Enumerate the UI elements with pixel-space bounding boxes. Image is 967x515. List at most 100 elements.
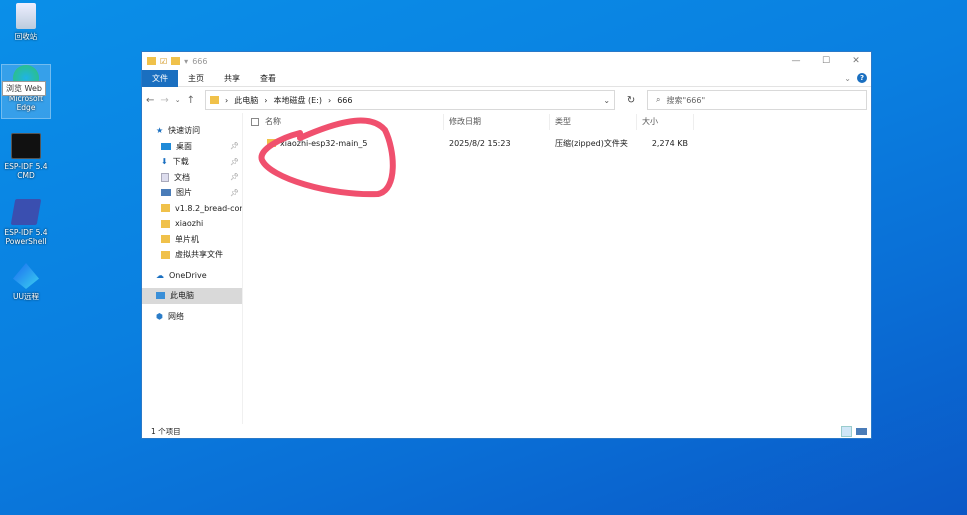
sidebar-item-label: 此电脑: [170, 291, 194, 301]
column-modified[interactable]: 修改日期: [444, 114, 550, 130]
maximize-button[interactable]: ☐: [811, 56, 841, 66]
sidebar-item-onedrive[interactable]: ☁ OneDrive: [142, 268, 242, 284]
search-icon: ⌕: [656, 95, 661, 104]
sidebar-item-folder[interactable]: 虚拟共享文件: [142, 247, 242, 263]
properties-icon[interactable]: ☑: [160, 57, 167, 66]
column-size[interactable]: 大小: [637, 114, 694, 130]
sidebar-item-label: 虚拟共享文件: [175, 250, 223, 260]
desktop-icon: [161, 142, 171, 150]
item-count: 1 个项目: [151, 426, 181, 436]
tab-home[interactable]: 主页: [178, 70, 214, 87]
file-type: 压缩(zipped)文件夹: [555, 138, 628, 148]
column-type[interactable]: 类型: [550, 114, 637, 130]
sidebar-item-label: 网络: [167, 311, 184, 321]
search-input[interactable]: ⌕ 搜索"666": [647, 90, 867, 110]
sidebar-item-label: OneDrive: [169, 270, 207, 280]
sidebar-item-label: 图片: [176, 188, 192, 198]
back-button[interactable]: ←: [146, 95, 154, 106]
desktop-icon-label: 回收站: [14, 32, 38, 41]
breadcrumb-this-pc[interactable]: 此电脑: [234, 95, 258, 106]
sidebar-item-documents[interactable]: 文档 📌︎: [142, 170, 242, 186]
forward-button[interactable]: →: [160, 95, 168, 106]
sidebar-item-network[interactable]: ⬢ 网络: [142, 309, 242, 325]
sidebar-item-downloads[interactable]: ⬇ 下载 📌︎: [142, 154, 242, 170]
breadcrumb-separator[interactable]: ›: [328, 96, 331, 105]
tab-view[interactable]: 查看: [250, 70, 286, 87]
uu-remote-icon: [13, 263, 39, 289]
breadcrumb-666[interactable]: 666: [337, 96, 352, 105]
desktop-icon-label: ESP-IDF 5.4 PowerShell: [4, 228, 48, 246]
cloud-icon: ☁: [156, 270, 164, 280]
breadcrumb-drive-e[interactable]: 本地磁盘 (E:): [273, 95, 322, 106]
desktop-icon-label: ESP-IDF 5.4 CMD: [4, 162, 48, 180]
sidebar-item-desktop[interactable]: 桌面 📌︎: [142, 139, 242, 155]
address-dropdown-icon[interactable]: ⌄: [603, 96, 610, 105]
network-icon: ⬢: [156, 311, 163, 321]
help-icon[interactable]: ?: [857, 73, 867, 83]
up-button[interactable]: ↑: [187, 95, 195, 106]
expand-ribbon-icon[interactable]: ⌄: [844, 74, 851, 83]
desktop-icon-esp-cmd[interactable]: ESP-IDF 5.4 CMD: [1, 133, 51, 180]
address-bar[interactable]: › 此电脑 › 本地磁盘 (E:) › 666 ⌄: [205, 90, 616, 110]
sidebar-item-label: 桌面: [176, 141, 192, 151]
folder-icon: [161, 235, 170, 244]
desktop-icon-label: Microsoft Edge: [8, 94, 44, 112]
recent-dropdown[interactable]: ⌄: [175, 96, 181, 104]
navigation-pane: ★ 快速访问 桌面 📌︎ ⬇ 下载 📌︎ 文档 📌︎ 图片 📌︎ v1.8.2_bread-…: [142, 113, 243, 424]
refresh-button[interactable]: ↻: [621, 95, 641, 106]
minimize-button[interactable]: —: [781, 56, 811, 66]
large-icons-view-button[interactable]: [856, 427, 867, 435]
sidebar-item-label: 单片机: [175, 234, 199, 244]
new-folder-icon[interactable]: [171, 57, 181, 65]
tooltip: 浏览 Web: [2, 81, 46, 96]
file-size: 2,274 KB: [651, 138, 688, 148]
close-button[interactable]: ✕: [841, 56, 871, 66]
select-all-checkbox[interactable]: [251, 118, 259, 126]
desktop-icon-uu[interactable]: UU远程: [1, 263, 51, 301]
sidebar-item-label: 下载: [172, 157, 189, 167]
pin-icon[interactable]: 📌︎: [230, 173, 239, 181]
folder-icon: [161, 219, 170, 228]
computer-icon: [156, 292, 165, 300]
title-bar: ☑ ▾ 666 — ☐ ✕: [142, 52, 871, 70]
sidebar-item-label: v1.8.2_bread-compact: [175, 203, 242, 213]
search-placeholder: 搜索"666": [666, 95, 706, 105]
pin-icon[interactable]: 📌︎: [230, 142, 239, 150]
navigation-bar: ← → ⌄ ↑ › 此电脑 › 本地磁盘 (E:) › 666 ⌄ ↻ ⌕ 搜索…: [142, 87, 871, 113]
powershell-icon: [10, 199, 42, 225]
desktop-icon-label: UU远程: [13, 292, 39, 301]
desktop-icon-esp-powershell[interactable]: ESP-IDF 5.4 PowerShell: [1, 199, 51, 246]
ribbon: 文件 主页 共享 查看 ⌄?: [142, 69, 871, 87]
download-icon: ⬇: [161, 157, 168, 167]
sidebar-item-folder[interactable]: v1.8.2_bread-compact: [142, 201, 242, 217]
column-label: 名称: [265, 117, 281, 126]
column-headers: 名称 修改日期 类型 大小: [243, 114, 871, 130]
file-list: 名称 修改日期 类型 大小 xiaozhi-esp32-main_5 2025/…: [243, 113, 871, 424]
sidebar-item-folder[interactable]: 单片机: [142, 232, 242, 248]
sidebar-item-quick-access[interactable]: ★ 快速访问: [142, 123, 242, 139]
folder-icon: [161, 204, 170, 213]
file-modified: 2025/8/2 15:23: [449, 138, 511, 148]
column-name[interactable]: 名称: [243, 114, 444, 130]
sidebar-item-pictures[interactable]: 图片 📌︎: [142, 185, 242, 201]
breadcrumb-separator[interactable]: ›: [225, 96, 228, 105]
sidebar-item-folder[interactable]: xiaozhi: [142, 216, 242, 232]
sidebar-item-this-pc[interactable]: 此电脑: [142, 288, 242, 304]
picture-icon: [161, 189, 171, 197]
pin-icon[interactable]: 📌︎: [230, 158, 239, 166]
tab-file[interactable]: 文件: [142, 69, 178, 87]
folder-icon: [161, 250, 170, 259]
status-bar: 1 个项目: [142, 424, 871, 438]
folder-icon: [147, 57, 156, 65]
details-view-button[interactable]: [841, 425, 852, 437]
document-icon: [161, 172, 169, 182]
desktop-icon-recycle-bin[interactable]: 回收站: [1, 3, 51, 41]
file-row[interactable]: xiaozhi-esp32-main_5 2025/8/2 15:23 压缩(z…: [243, 134, 871, 152]
tab-share[interactable]: 共享: [214, 70, 250, 87]
pin-icon[interactable]: 📌︎: [230, 189, 239, 197]
file-explorer-window: ☑ ▾ 666 — ☐ ✕ 文件 主页 共享 查看 ⌄? ← → ⌄ ↑ › 此…: [141, 51, 872, 439]
folder-icon: [210, 96, 220, 104]
qat-dropdown-icon[interactable]: ▾: [184, 57, 188, 66]
breadcrumb-separator[interactable]: ›: [264, 96, 267, 105]
window-title: 666: [192, 56, 208, 66]
